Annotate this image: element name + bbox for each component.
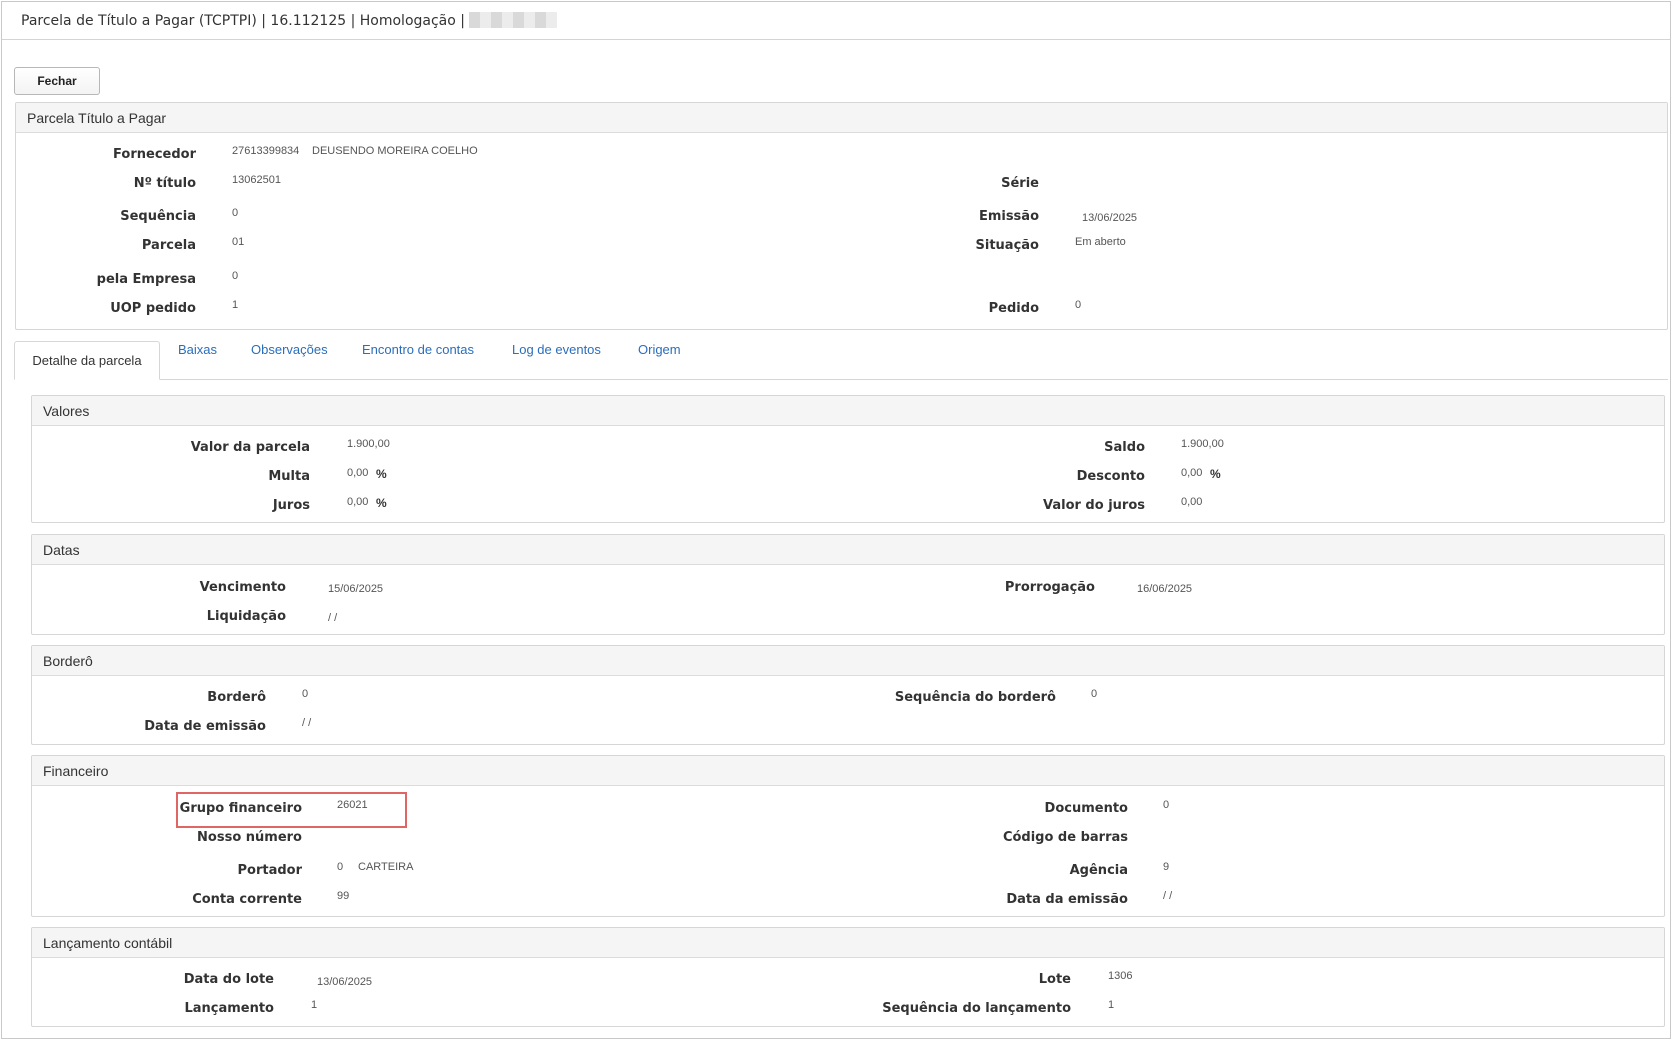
desconto-percent: % [1210,467,1221,481]
serie-label: Série [1001,176,1039,191]
panel-header: Financeiro [32,756,1664,786]
desconto-value: 0,00 [1181,467,1203,479]
sequencia-label: Sequência [120,209,196,224]
grupo-financeiro-value: 26021 [337,799,368,811]
fornecedor-code: 27613399834 [232,145,300,157]
valor-parcela-label: Valor da parcela [190,440,310,455]
tabs-divider [14,379,1668,380]
data-lote-value: 13/06/2025 [317,976,373,988]
data-lote-label: Data do lote [183,972,274,987]
portador-label: Portador [237,863,302,878]
tab-observacoes[interactable]: Observações [251,342,328,357]
sequencia-value: 0 [232,207,239,219]
panel-title: Lançamento contábil [43,935,173,951]
agencia-label: Agência [1069,863,1128,878]
bordero-value: 0 [302,688,309,700]
lancamento-label: Lançamento [184,1001,274,1016]
bordero-label: Borderô [207,690,266,705]
parcela-value: 01 [232,236,245,248]
fornecedor-label: Fornecedor [113,147,196,162]
juros-percent: % [376,496,387,510]
panel-header: Parcela Título a Pagar [16,103,1667,133]
saldo-label: Saldo [1104,440,1145,455]
pedido-value: 0 [1075,299,1082,311]
documento-value: 0 [1163,799,1170,811]
liquidacao-label: Liquidação [206,609,286,624]
redacted-block [469,12,557,28]
multa-percent: % [376,467,387,481]
close-button[interactable]: Fechar [14,67,100,95]
data-emissao-bordero-label: Data de emissão [144,719,266,734]
lancamento-value: 1 [311,999,318,1011]
documento-label: Documento [1044,801,1128,816]
tab-detalhe-da-parcela[interactable]: Detalhe da parcela [14,341,160,380]
emissao-label: Emissão [978,209,1039,224]
sequencia-bordero-value: 0 [1091,688,1098,700]
prorrogacao-label: Prorrogação [1004,580,1095,595]
panel-header: Lançamento contábil [32,928,1664,958]
desconto-label: Desconto [1076,469,1145,484]
panel-title: Datas [43,542,80,558]
panel-title: Borderô [43,653,93,669]
panel-header: Borderô [32,646,1664,676]
tab-log-de-eventos[interactable]: Log de eventos [512,342,601,357]
vencimento-label: Vencimento [199,580,286,595]
agencia-value: 9 [1163,861,1170,873]
panel-header: Valores [32,396,1664,426]
panel-header: Datas [32,535,1664,565]
parcela-label: Parcela [141,238,196,253]
empresa-value: 0 [232,270,239,282]
panel-title: Valores [43,403,90,419]
juros-value: 0,00 [347,496,369,508]
empresa-label: pela Empresa [96,272,196,287]
vencimento-value: 15/06/2025 [328,583,384,595]
header-panel: Parcela Título a Pagar [15,102,1668,330]
panel-title: Parcela Título a Pagar [27,110,167,126]
sequencia-lancamento-label: Sequência do lançamento [882,1001,1071,1016]
sequencia-bordero-label: Sequência do borderô [894,690,1056,705]
sequencia-lancamento-value: 1 [1108,999,1115,1011]
data-emissao-label: Data da emissão [1006,892,1128,907]
fornecedor-name: DEUSENDO MOREIRA COELHO [312,145,478,157]
codigo-barras-label: Código de barras [1002,830,1128,845]
emissao-value: 13/06/2025 [1082,212,1138,224]
portador-name: CARTEIRA [358,861,414,873]
window-title: Parcela de Título a Pagar (TCPTPI) | 16.… [21,12,557,29]
multa-label: Multa [268,469,310,484]
multa-value: 0,00 [347,467,369,479]
data-emissao-value: / / [1163,890,1173,902]
window-title-text: Parcela de Título a Pagar (TCPTPI) | 16.… [21,13,465,29]
situacao-value: Em aberto [1075,236,1126,248]
pedido-label: Pedido [988,301,1039,316]
conta-corrente-label: Conta corrente [192,892,302,907]
situacao-label: Situação [975,238,1039,253]
grupo-financeiro-label: Grupo financeiro [179,801,302,816]
saldo-value: 1.900,00 [1181,438,1224,450]
portador-code: 0 [337,861,344,873]
panel-title: Financeiro [43,763,109,779]
tab-baixas[interactable]: Baixas [178,342,217,357]
juros-label: Juros [272,498,310,513]
prorrogacao-value: 16/06/2025 [1137,583,1193,595]
valor-juros-value: 0,00 [1181,496,1203,508]
lancamento-panel: Lançamento contábil [31,927,1665,1027]
valor-juros-label: Valor do juros [1042,498,1145,513]
data-emissao-bordero-value: / / [302,717,312,729]
valor-parcela-value: 1.900,00 [347,438,390,450]
lote-value: 1306 [1108,970,1133,982]
tab-encontro-de-contas[interactable]: Encontro de contas [362,342,474,357]
uop-pedido-value: 1 [232,299,239,311]
conta-corrente-value: 99 [337,890,350,902]
bordero-panel: Borderô [31,645,1665,745]
liquidacao-value: / / [328,612,338,624]
numero-titulo-value: 13062501 [232,174,281,186]
title-bar: Parcela de Título a Pagar (TCPTPI) | 16.… [2,2,1670,40]
uop-pedido-label: UOP pedido [110,301,196,316]
lote-label: Lote [1038,972,1071,987]
nosso-numero-label: Nosso número [197,830,302,845]
tab-origem[interactable]: Origem [638,342,681,357]
numero-titulo-label: Nº título [133,176,196,191]
